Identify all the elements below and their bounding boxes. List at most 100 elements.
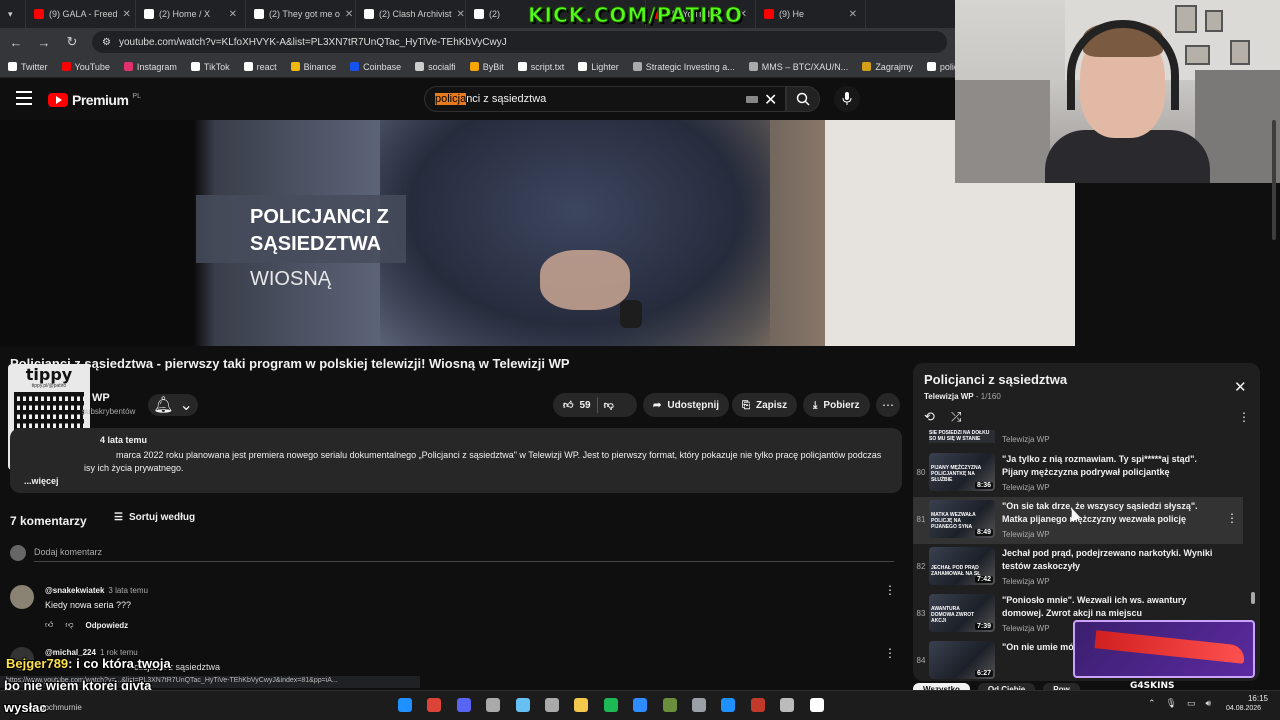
comment-more-icon[interactable]: ⋮: [884, 583, 896, 597]
close-tab-icon[interactable]: ✕: [849, 9, 857, 20]
avatar[interactable]: [10, 585, 34, 609]
bookmark-item[interactable]: Coinbase: [350, 62, 401, 72]
dislike-button[interactable]: 👎︎: [604, 399, 614, 411]
browser-tab[interactable]: (9) He ✕: [756, 0, 866, 28]
notifications-button[interactable]: 🔔︎ ⌄: [148, 394, 198, 416]
browser-tab[interactable]: (2) Home / X ✕: [136, 0, 246, 28]
playlist-item-title[interactable]: "Poniosło mnie". Wezwali ich ws. awantur…: [1002, 594, 1218, 620]
volume-icon[interactable]: 🔊︎: [1206, 698, 1212, 709]
chrome-icon[interactable]: [427, 698, 442, 712]
app-icon[interactable]: [780, 698, 795, 712]
playlist-item-thumbnail[interactable]: PIJANY MĘŻCZYZNA POLICJANTKĘ NA SŁUŻBIE …: [929, 453, 995, 491]
steam-icon[interactable]: [515, 698, 530, 712]
playlist-thumbnail[interactable]: SIE POSIEDZI NA DOŁKU SO MU SIĘ W STANIE: [929, 430, 995, 443]
reply-button[interactable]: Odpowiedz: [86, 621, 129, 630]
add-comment-input[interactable]: Dodaj komentarz: [34, 547, 894, 562]
youtube-logo[interactable]: Premium PL: [48, 92, 141, 108]
windows-start-icon[interactable]: [398, 698, 412, 712]
site-info-icon[interactable]: ⚙: [102, 37, 111, 48]
close-playlist-icon[interactable]: ✕: [1234, 378, 1247, 396]
app-icon[interactable]: [750, 698, 765, 712]
bookmark-item[interactable]: YouTube: [61, 62, 110, 72]
close-tab-icon[interactable]: ✕: [123, 9, 131, 20]
like-button[interactable]: 👍︎ 59: [563, 399, 591, 412]
playlist-item[interactable]: 80 PIJANY MĘŻCZYZNA POLICJANTKĘ NA SŁUŻB…: [913, 450, 1243, 497]
playlist-scroll-thumb[interactable]: [1251, 592, 1255, 604]
playlist-item-thumbnail[interactable]: JECHAŁ POD PRĄD ZAHAMOWAŁ NA SŁ 7:42: [929, 547, 995, 585]
search-button[interactable]: [786, 86, 820, 112]
keyboard-icon[interactable]: [746, 96, 758, 103]
bookmark-item[interactable]: Instagram: [123, 62, 177, 72]
close-tab-icon[interactable]: ✕: [345, 9, 353, 20]
playlist-item[interactable]: 81 MATKA WEZWAŁA POLICJĘ NA PIJANEGO SYN…: [913, 497, 1243, 544]
app-icon[interactable]: [721, 698, 736, 712]
search-input[interactable]: policja nci z sąsiedztwa: [424, 86, 786, 112]
menu-icon[interactable]: [16, 91, 32, 105]
forward-icon[interactable]: →: [36, 35, 52, 50]
app-icon[interactable]: [545, 698, 559, 712]
app-icon[interactable]: [692, 698, 706, 712]
save-button[interactable]: ⎘ Zapisz: [732, 393, 798, 417]
thumbs-down-icon[interactable]: 👎︎: [65, 620, 73, 630]
bookmark-item[interactable]: ByBit: [469, 62, 504, 72]
voice-search-button[interactable]: [834, 86, 860, 112]
more-actions-button[interactable]: ⋯: [876, 393, 900, 417]
microphone-icon[interactable]: 🎙︎: [1166, 698, 1177, 709]
playlist-item-title[interactable]: "Ja tylko z nią rozmawiam. Ty spi*****aj…: [1002, 453, 1218, 479]
game-icon[interactable]: [662, 698, 677, 712]
playlist-item-thumbnail[interactable]: 6:27: [929, 641, 995, 679]
bookmark-item[interactable]: Binance: [290, 62, 336, 72]
bookmark-item[interactable]: Strategic Investing a...: [632, 62, 735, 72]
bookmark-item[interactable]: Zagrajmy: [862, 62, 913, 72]
bookmark-item[interactable]: Lighter: [578, 62, 619, 72]
playlist-item-title[interactable]: "On sie tak drze, że wszyscy sąsiedzi sł…: [1002, 500, 1218, 526]
browser-tab[interactable]: (2) They got me o ✕: [246, 0, 356, 28]
discord-icon[interactable]: [456, 698, 471, 712]
playlist-item-title[interactable]: Jechał pod prąd, podejrzewano narkotyki.…: [1002, 547, 1218, 573]
close-tab-icon[interactable]: ✕: [457, 9, 465, 20]
playlist-item-thumbnail[interactable]: AWANTURA DOMOWA ZWROT AKCJI 7:39: [929, 594, 995, 632]
tab-list-button[interactable]: ▾: [0, 0, 26, 28]
spotify-icon[interactable]: [603, 698, 618, 712]
share-button[interactable]: ➦ Udostępnij: [643, 393, 730, 417]
playlist-channel[interactable]: Telewizja WP: [924, 392, 974, 401]
browser-tab[interactable]: (2) Clash Archivist ✕: [356, 0, 466, 28]
bookmark-item[interactable]: Twitter: [8, 62, 48, 72]
bookmark-item[interactable]: MMS – BTC/XAU/N...: [748, 62, 848, 72]
playlist-more-icon[interactable]: ⋮: [1238, 410, 1250, 424]
app-icon[interactable]: [486, 698, 501, 712]
playlist-item[interactable]: 82 JECHAŁ POD PRĄD ZAHAMOWAŁ NA SŁ 7:42 …: [913, 544, 1243, 591]
channel-name[interactable]: WP: [92, 392, 110, 404]
item-more-icon[interactable]: ⋮: [1226, 511, 1238, 525]
close-tab-icon[interactable]: ✕: [229, 9, 237, 20]
browser-tab[interactable]: (9) GALA - Freed ✕: [26, 0, 136, 28]
playlist-item-thumbnail[interactable]: MATKA WEZWAŁA POLICJĘ NA PIJANEGO SYNA 8…: [929, 500, 995, 538]
clear-search-icon[interactable]: ✕: [764, 90, 777, 110]
loop-icon[interactable]: ⟲: [924, 409, 935, 425]
notification-icon[interactable]: [809, 698, 824, 712]
thumbs-up-icon[interactable]: 👍︎: [45, 620, 53, 630]
comment-more-icon[interactable]: ⋮: [884, 646, 896, 660]
video-player[interactable]: [0, 120, 1075, 346]
comment-author[interactable]: @snakekwiatek 3 lata temu: [45, 586, 148, 595]
bookmark-item[interactable]: TikTok: [190, 62, 230, 72]
app-icon[interactable]: [633, 698, 648, 712]
bookmark-item[interactable]: socialfi: [415, 62, 456, 72]
sort-comments-button[interactable]: ☰ Sortuj według: [114, 512, 195, 523]
clock-date[interactable]: 04.08.2026: [1226, 705, 1261, 712]
shuffle-icon[interactable]: ⤮: [951, 409, 961, 425]
description-more-link[interactable]: ...więcej: [24, 476, 59, 486]
network-icon[interactable]: ▭: [1187, 698, 1196, 709]
bookmark-item[interactable]: script.txt: [517, 62, 564, 72]
back-icon[interactable]: ←: [8, 35, 24, 50]
page-scrollbar[interactable]: [1272, 120, 1276, 240]
weather-widget[interactable]: pochmurnie: [40, 703, 82, 712]
clock-time[interactable]: 16:15: [1240, 694, 1268, 703]
address-bar[interactable]: ⚙ youtube.com/watch?v=KLfoXHVYK-A&list=P…: [92, 31, 947, 53]
file-explorer-icon[interactable]: [574, 698, 589, 712]
bookmark-item[interactable]: react: [243, 62, 277, 72]
download-button[interactable]: ⤓ Pobierz: [803, 393, 870, 417]
chevron-up-icon[interactable]: ⌃: [1148, 698, 1156, 709]
playlist-title[interactable]: Policjanci z sąsiedztwa: [924, 372, 1067, 387]
reload-icon[interactable]: ↻: [64, 34, 80, 50]
